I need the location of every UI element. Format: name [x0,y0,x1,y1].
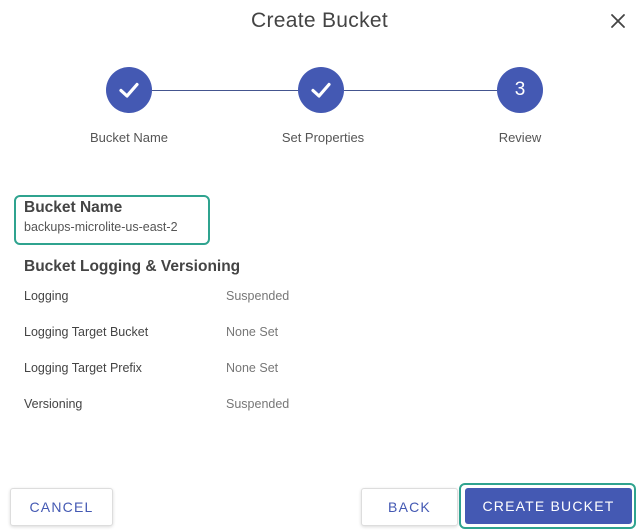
step-3-circle: 3 [497,67,543,113]
create-bucket-button[interactable]: CREATE BUCKET [465,488,632,524]
close-button[interactable] [603,6,633,36]
property-value: None Set [226,325,279,339]
property-label: Logging [24,289,69,303]
step-2-circle [298,67,344,113]
property-row-versioning: Versioning Suspended [24,397,424,415]
property-label: Versioning [24,397,83,411]
property-value: Suspended [226,289,290,303]
back-button[interactable]: BACK [361,488,458,526]
bucket-name-heading: Bucket Name [24,199,123,216]
step-1-circle [106,67,152,113]
property-row-logging: Logging Suspended [24,289,424,307]
step-label-bucket-name: Bucket Name [89,130,169,145]
step-label-review: Review [498,130,542,145]
property-label: Logging Target Prefix [24,361,142,375]
property-value: Suspended [226,397,290,411]
property-row-logging-target-bucket: Logging Target Bucket None Set [24,325,424,343]
property-row-logging-target-prefix: Logging Target Prefix None Set [24,361,424,379]
close-icon [611,14,625,28]
stepper: 3 Bucket Name Set Properties Review [0,66,639,156]
property-label: Logging Target Bucket [24,325,149,339]
check-icon [311,82,331,98]
bucket-name-value: backups-microlite-us-east-2 [24,220,178,234]
dialog-title: Create Bucket [251,9,388,32]
property-value: None Set [226,361,279,375]
step-3-number: 3 [514,79,526,100]
step-connector-2 [344,90,497,91]
cancel-button[interactable]: CANCEL [10,488,113,526]
step-connector-1 [152,90,298,91]
logging-versioning-heading: Bucket Logging & Versioning [24,258,241,275]
check-icon [119,82,139,98]
step-label-set-properties: Set Properties [281,130,365,145]
bucket-name-section: Bucket Name backups-microlite-us-east-2 [14,195,210,245]
